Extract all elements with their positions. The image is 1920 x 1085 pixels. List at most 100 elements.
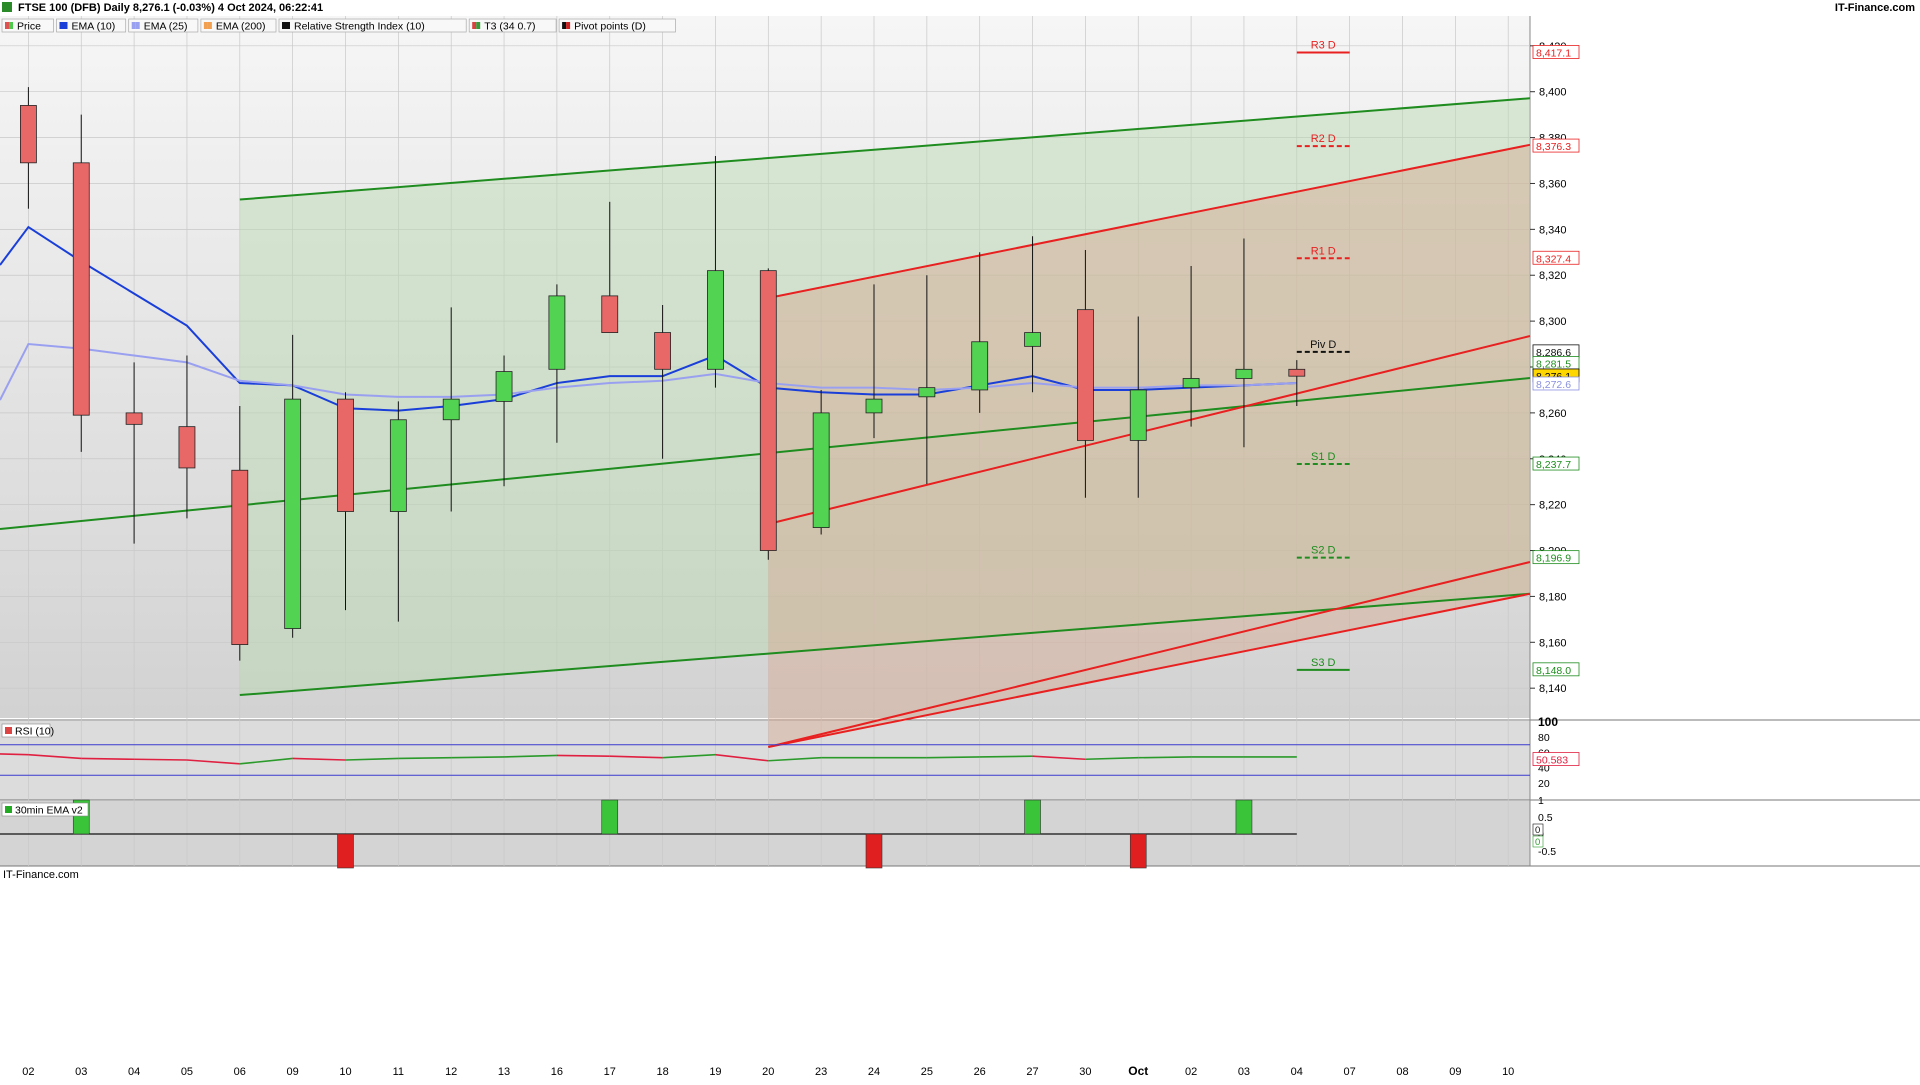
candle-body-down — [337, 398, 354, 512]
candle-body-up — [865, 398, 883, 414]
legend-swatch — [286, 22, 290, 29]
rsi-segment — [979, 755, 1033, 758]
rsi-segment — [81, 757, 135, 761]
x-tick-label: 09 — [1449, 1066, 1461, 1078]
chart-window: R3 D R2 D R1 D Piv D S1 D S2 D S3 D 8,140 8,160… — [0, 0, 1920, 1080]
legend-label: Pivot points (D) — [574, 21, 646, 33]
osc-bar-positive — [1235, 799, 1253, 835]
legend-label: T3 (34 0.7) — [484, 21, 535, 33]
rsi-tick-label: 100 — [1538, 715, 1558, 729]
x-tick-label: 25 — [921, 1066, 933, 1078]
legend-item[interactable]: EMA (200) — [200, 18, 277, 33]
x-tick-label: 12 — [445, 1066, 457, 1078]
candle-body-down — [125, 412, 143, 425]
x-tick-label: 06 — [234, 1066, 246, 1078]
candle[interactable] — [72, 114, 90, 452]
pivot-label: R3 D — [1311, 39, 1336, 51]
osc-tick-label: 0.5 — [1538, 812, 1553, 824]
axis-pane — [1530, 16, 1920, 866]
y-tick-label: 8,220 — [1539, 500, 1567, 512]
y-tick-label: 8,180 — [1539, 591, 1567, 603]
legend-swatch — [59, 22, 64, 29]
legend-swatch — [203, 22, 208, 29]
rsi-segment — [398, 756, 452, 760]
osc-value: 0 — [1535, 825, 1540, 836]
x-tick-label: 08 — [1396, 1066, 1408, 1078]
x-tick-label: 04 — [128, 1066, 140, 1078]
osc-tick-label: 1 — [1538, 795, 1544, 807]
osc-value: 0 — [1535, 837, 1540, 848]
y-tick-label: 8,400 — [1539, 87, 1567, 99]
legend-item[interactable]: EMA (25) — [128, 18, 199, 33]
rsi-tick-label: 20 — [1538, 778, 1550, 790]
legend-label: Relative Strength Index (10) — [294, 21, 425, 33]
candle-body-up — [548, 295, 566, 370]
osc-bar-positive — [1024, 799, 1041, 835]
pivot-label: S1 D — [1311, 451, 1336, 463]
y-tick-label: 8,340 — [1539, 224, 1567, 236]
x-tick-label: 18 — [656, 1066, 668, 1078]
legend-item[interactable]: Relative Strength Index (10) — [278, 18, 467, 33]
x-tick-label: Oct — [1128, 1064, 1148, 1078]
x-tick-label: 20 — [762, 1066, 774, 1078]
legend-item[interactable]: Pivot points (D) — [558, 18, 676, 33]
price-tag: 8,196.9 — [1536, 553, 1571, 565]
rsi-value: 50.583 — [1536, 755, 1568, 767]
rsi-segment — [0, 753, 29, 756]
watermark: IT-Finance.com — [3, 869, 79, 881]
legend-label: Price — [17, 21, 41, 33]
price-tag: 8,417.1 — [1536, 47, 1571, 59]
legend-label: EMA (25) — [144, 21, 188, 33]
y-tick-label: 8,260 — [1539, 408, 1567, 420]
x-tick-label: 16 — [551, 1066, 563, 1078]
legend-swatch — [476, 22, 481, 29]
x-tick-label: 03 — [1238, 1066, 1250, 1078]
candle-body-down — [231, 469, 249, 645]
x-tick-label: 10 — [1502, 1066, 1514, 1078]
y-tick-label: 8,360 — [1539, 178, 1567, 190]
candle-body-down — [759, 270, 777, 551]
y-tick-label: 8,320 — [1539, 270, 1567, 282]
legend-swatch — [5, 22, 9, 29]
rsi-label-swatch — [5, 727, 12, 734]
candle-body-up — [918, 387, 936, 398]
osc-bar-positive — [601, 799, 619, 835]
candle[interactable] — [759, 268, 777, 560]
x-tick-label: 30 — [1079, 1066, 1091, 1078]
x-tick-label: 02 — [1185, 1066, 1197, 1078]
candle-body-up — [1129, 389, 1147, 441]
legend-swatch — [63, 22, 68, 29]
pivot-label: R1 D — [1311, 245, 1336, 257]
price-tag: 8,237.7 — [1536, 459, 1571, 471]
x-tick-label: 09 — [287, 1066, 299, 1078]
price-tag: 8,272.6 — [1536, 379, 1571, 391]
candle-body-down — [1077, 309, 1094, 441]
pivot-label: S2 D — [1311, 545, 1336, 557]
candle-body-up — [284, 398, 302, 629]
rsi-label: RSI (10) — [15, 726, 54, 738]
osc-label: 30min EMA v2 — [15, 805, 83, 817]
legend-swatch — [566, 22, 571, 29]
y-tick-label: 8,140 — [1539, 683, 1567, 695]
price-chart[interactable]: R3 D R2 D R1 D Piv D S1 D S2 D S3 D 8,140 8,160… — [0, 0, 1920, 1080]
candle-body-down — [654, 332, 671, 370]
candle-body-up — [1182, 378, 1200, 389]
x-tick-label: 27 — [1026, 1066, 1038, 1078]
rsi-segment — [134, 758, 187, 761]
x-tick-label: 05 — [181, 1066, 193, 1078]
price-tag: 8,327.4 — [1536, 253, 1571, 265]
legend-item[interactable]: T3 (34 0.7) — [468, 18, 557, 33]
legend-swatch — [562, 22, 567, 29]
rsi-tick-label: 80 — [1538, 732, 1550, 744]
x-tick-label: 02 — [22, 1066, 34, 1078]
rsi-segment — [1138, 756, 1192, 759]
osc-bar-negative — [865, 833, 883, 869]
x-tick-label: 13 — [498, 1066, 510, 1078]
legend-item[interactable]: EMA (10) — [56, 18, 127, 33]
legend-label: EMA (200) — [216, 21, 266, 33]
legend-swatch — [282, 22, 286, 29]
x-tick-label: 23 — [815, 1066, 827, 1078]
candle-body-down — [72, 162, 90, 416]
brand-label: IT-Finance.com — [1835, 2, 1915, 14]
legend-item[interactable]: Price — [1, 18, 54, 33]
